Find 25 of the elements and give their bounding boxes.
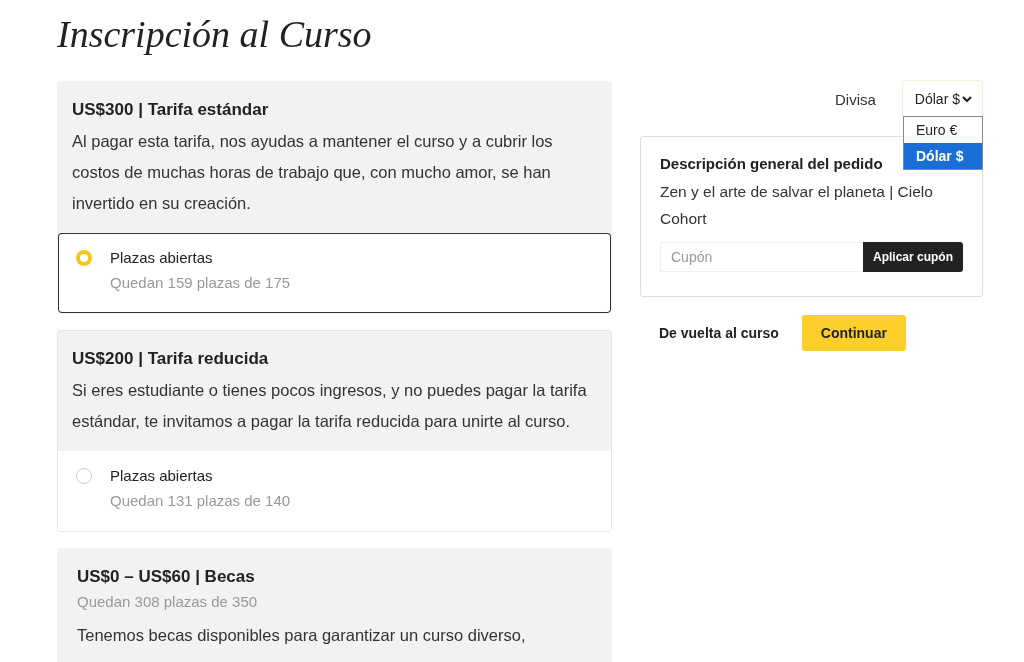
apply-coupon-button[interactable]: Aplicar cupón [863, 242, 963, 272]
option-label: Plazas abiertas [110, 467, 214, 484]
order-title: Descripción general del pedido [660, 155, 883, 172]
coupon-field[interactable]: Cupón [660, 242, 863, 272]
tier-title: US$0 – US$60 | Becas [77, 567, 256, 587]
tier-title: US$200 | Tarifa reducida [72, 349, 270, 369]
tier-title: US$300 | Tarifa estándar [72, 100, 270, 120]
order-description: Zen y el arte de salvar el planeta | Cielo Cohort [660, 182, 934, 229]
currency-label: Divisa [835, 90, 876, 108]
tier-description: Si eres estudiante o tienes pocos ingresos, y no puedes pagar la tarifa estándar, te invitamos a pagar la tarifa reducida para unirte al curso. [72, 380, 588, 432]
radio-button[interactable] [76, 468, 92, 484]
tier-description: Tenemos becas disponibles para garantizar un curso diverso, [77, 625, 527, 646]
tier-option[interactable]: Plazas abiertas Quedan 131 plazas de 140 [58, 451, 611, 531]
currency-option[interactable]: Dólar $ [904, 143, 982, 169]
remaining-seats: Quedan 308 plazas de 350 [77, 593, 597, 610]
currency-select[interactable]: Dólar $ [901, 80, 983, 118]
remaining-seats: Quedan 131 plazas de 140 [110, 492, 291, 509]
remaining-seats: Quedan 159 plazas de 175 [110, 274, 291, 291]
option-label: Plazas abiertas [110, 249, 214, 266]
page-title: Inscripción al Curso [57, 12, 373, 57]
tier-description: Al pagar esta tarifa, nos ayudas a mantener el curso y a cubrir los costos de muchas horas de trabajo que, con mucho amor, se han invertido en su creación. [72, 131, 554, 214]
radio-button[interactable] [76, 250, 92, 266]
tier-option[interactable]: Plazas abiertas Quedan 159 plazas de 175 [58, 233, 611, 313]
back-link[interactable]: De vuelta al curso [659, 325, 779, 341]
continue-button[interactable]: Continuar [801, 315, 906, 351]
